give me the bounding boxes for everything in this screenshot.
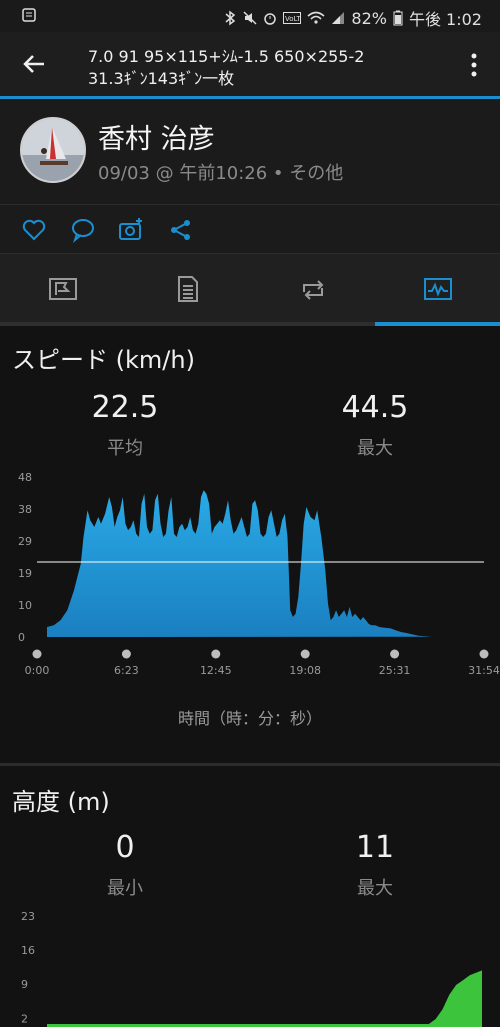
- speed-x-tick-dot: [390, 649, 400, 659]
- speed-avg-value: 22.5: [91, 390, 159, 425]
- speed-x-tick-dot: [32, 649, 42, 659]
- tab-stats[interactable]: [125, 254, 250, 324]
- laps-loop-icon: [302, 280, 323, 300]
- speed-max-label: 最大: [357, 438, 393, 459]
- status-bar: VoLTE 82% 午後 1:02: [0, 0, 500, 32]
- app-bar: 7.0 91 95×115+ｼﾑ-1.5 650×255-2 31.3ｷﾞﾝ14…: [0, 32, 500, 96]
- volte-icon: VoLTE: [283, 12, 302, 24]
- back-arrow-icon[interactable]: [20, 50, 48, 78]
- altitude-y-tick-label: 2: [21, 1012, 28, 1025]
- altitude-chart: 2 9 16 23: [21, 910, 482, 1027]
- activity-title-line1: 7.0 91 95×115+ｼﾑ-1.5 650×255-2: [88, 47, 365, 66]
- athlete-name: 香村 治彦: [98, 124, 215, 155]
- altitude-y-tick-label: 16: [21, 944, 35, 957]
- speed-avg-label: 平均: [107, 438, 143, 459]
- notification-icon: [22, 7, 36, 27]
- altitude-title: 高度 (m): [12, 788, 110, 816]
- mute-icon: [243, 11, 257, 25]
- speed-x-tick-dot: [300, 649, 310, 659]
- speed-y-tick-label: 10: [18, 599, 32, 612]
- activity-profile: 香村 治彦 09/03 @ 午前10:26 • その他: [0, 99, 500, 205]
- speed-y-tick-label: 29: [18, 535, 32, 548]
- activity-datetime-type: 09/03 @ 午前10:26 • その他: [98, 163, 344, 184]
- wifi-icon: [307, 11, 325, 24]
- speed-x-tick-label: 6:23: [114, 664, 139, 677]
- comment-icon[interactable]: [70, 217, 96, 243]
- battery-icon: [393, 10, 403, 26]
- svg-text:VoLTE: VoLTE: [285, 15, 301, 23]
- altitude-y-tick-label: 23: [21, 910, 35, 923]
- document-icon: [177, 276, 198, 302]
- heart-icon[interactable]: [21, 217, 47, 243]
- more-options-icon[interactable]: [470, 52, 478, 78]
- speed-x-tick-label: 25:31: [379, 664, 411, 677]
- clock: 午後 1:02: [408, 10, 482, 29]
- speed-x-tick-dot: [121, 649, 131, 659]
- section-divider: [0, 763, 500, 766]
- speed-x-tick-label: 31:54: [468, 664, 500, 677]
- share-icon[interactable]: [168, 217, 194, 243]
- speed-x-tick-dot: [479, 649, 489, 659]
- altitude-min-value: 0: [115, 830, 135, 865]
- alarm-icon: [264, 13, 277, 25]
- speed-title: スピード (km/h): [12, 346, 195, 374]
- activity-tabs: [0, 254, 500, 324]
- time-axis-label: 時間（時：分：秒）: [177, 709, 322, 728]
- altitude-y-tick-label: 9: [21, 978, 28, 991]
- summary-flag-icon: [48, 278, 77, 300]
- bluetooth-icon: [225, 10, 236, 26]
- tab-charts[interactable]: [375, 254, 500, 324]
- speed-series-area: [47, 490, 453, 637]
- speed-y-tick-label: 48: [18, 471, 32, 484]
- tab-indicator-track: [0, 322, 500, 326]
- altitude-max-label: 最大: [357, 878, 393, 899]
- activity-title-line2: 31.3ｷﾞﾝ143ｷﾞﾝ一枚: [88, 69, 235, 88]
- tab-summary[interactable]: [0, 254, 125, 324]
- speed-y-tick-label: 19: [18, 567, 32, 580]
- tab-indicator: [375, 322, 500, 326]
- add-photo-icon[interactable]: [118, 217, 144, 243]
- tab-laps[interactable]: [250, 254, 375, 324]
- speed-x-tick-label: 19:08: [289, 664, 321, 677]
- altitude-max-value: 11: [355, 830, 395, 865]
- chart-icon: [423, 278, 452, 300]
- altitude-min-label: 最小: [107, 878, 143, 899]
- speed-y-tick-label: 0: [18, 631, 25, 644]
- action-bar: [0, 205, 500, 254]
- speed-x-tick-label: 0:00: [25, 664, 50, 677]
- speed-x-tick-dot: [211, 649, 221, 659]
- speed-y-tick-label: 38: [18, 503, 32, 516]
- battery-percent: 82%: [351, 8, 387, 28]
- speed-max-value: 44.5: [341, 390, 409, 425]
- avatar[interactable]: [20, 117, 86, 183]
- speed-x-tick-label: 12:45: [200, 664, 232, 677]
- signal-icon: [332, 12, 345, 24]
- speed-chart: 0 10 19 29 38 48 0:00 6:23 12:45 19:08 25:31 31:54: [18, 471, 500, 677]
- altitude-series-area: [47, 970, 482, 1027]
